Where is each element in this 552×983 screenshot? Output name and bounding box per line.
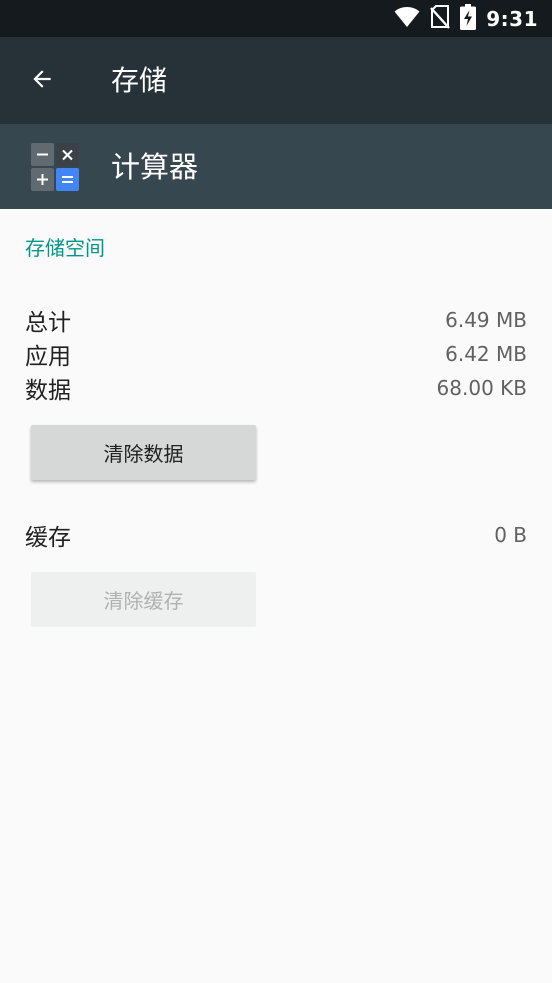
arrow-back-icon xyxy=(29,66,55,96)
back-button[interactable] xyxy=(18,57,66,105)
total-value: 6.49 MB xyxy=(445,308,527,332)
page-title: 存储 xyxy=(111,64,168,97)
total-row: 总计 6.49 MB xyxy=(25,303,527,337)
calculator-app-icon xyxy=(30,142,80,192)
data-size-value: 68.00 KB xyxy=(436,376,527,400)
data-size-label: 数据 xyxy=(25,378,71,404)
battery-charging-icon xyxy=(460,3,477,34)
app-size-row: 应用 6.42 MB xyxy=(25,337,527,371)
wifi-icon xyxy=(394,6,420,32)
app-size-label: 应用 xyxy=(25,344,71,370)
clear-data-button[interactable]: 清除数据 xyxy=(31,425,256,480)
total-label: 总计 xyxy=(25,310,71,336)
cache-label: 缓存 xyxy=(25,525,71,551)
app-size-value: 6.42 MB xyxy=(445,342,527,366)
app-header: 计算器 xyxy=(0,124,552,209)
storage-content: 存储空间 总计 6.49 MB 应用 6.42 MB 数据 68.00 KB 清… xyxy=(0,209,552,983)
cache-value: 0 B xyxy=(494,523,527,547)
clear-cache-button[interactable]: 清除缓存 xyxy=(31,572,256,627)
no-sim-icon xyxy=(430,4,451,33)
toolbar: 存储 xyxy=(0,37,552,124)
status-time: 9:31 xyxy=(486,6,538,31)
data-size-row: 数据 68.00 KB xyxy=(25,371,527,405)
status-icons: 9:31 xyxy=(394,0,538,37)
cache-row: 缓存 0 B xyxy=(25,518,527,552)
status-bar: 9:31 xyxy=(0,0,552,37)
storage-section-title: 存储空间 xyxy=(25,236,105,260)
app-name: 计算器 xyxy=(111,150,199,184)
